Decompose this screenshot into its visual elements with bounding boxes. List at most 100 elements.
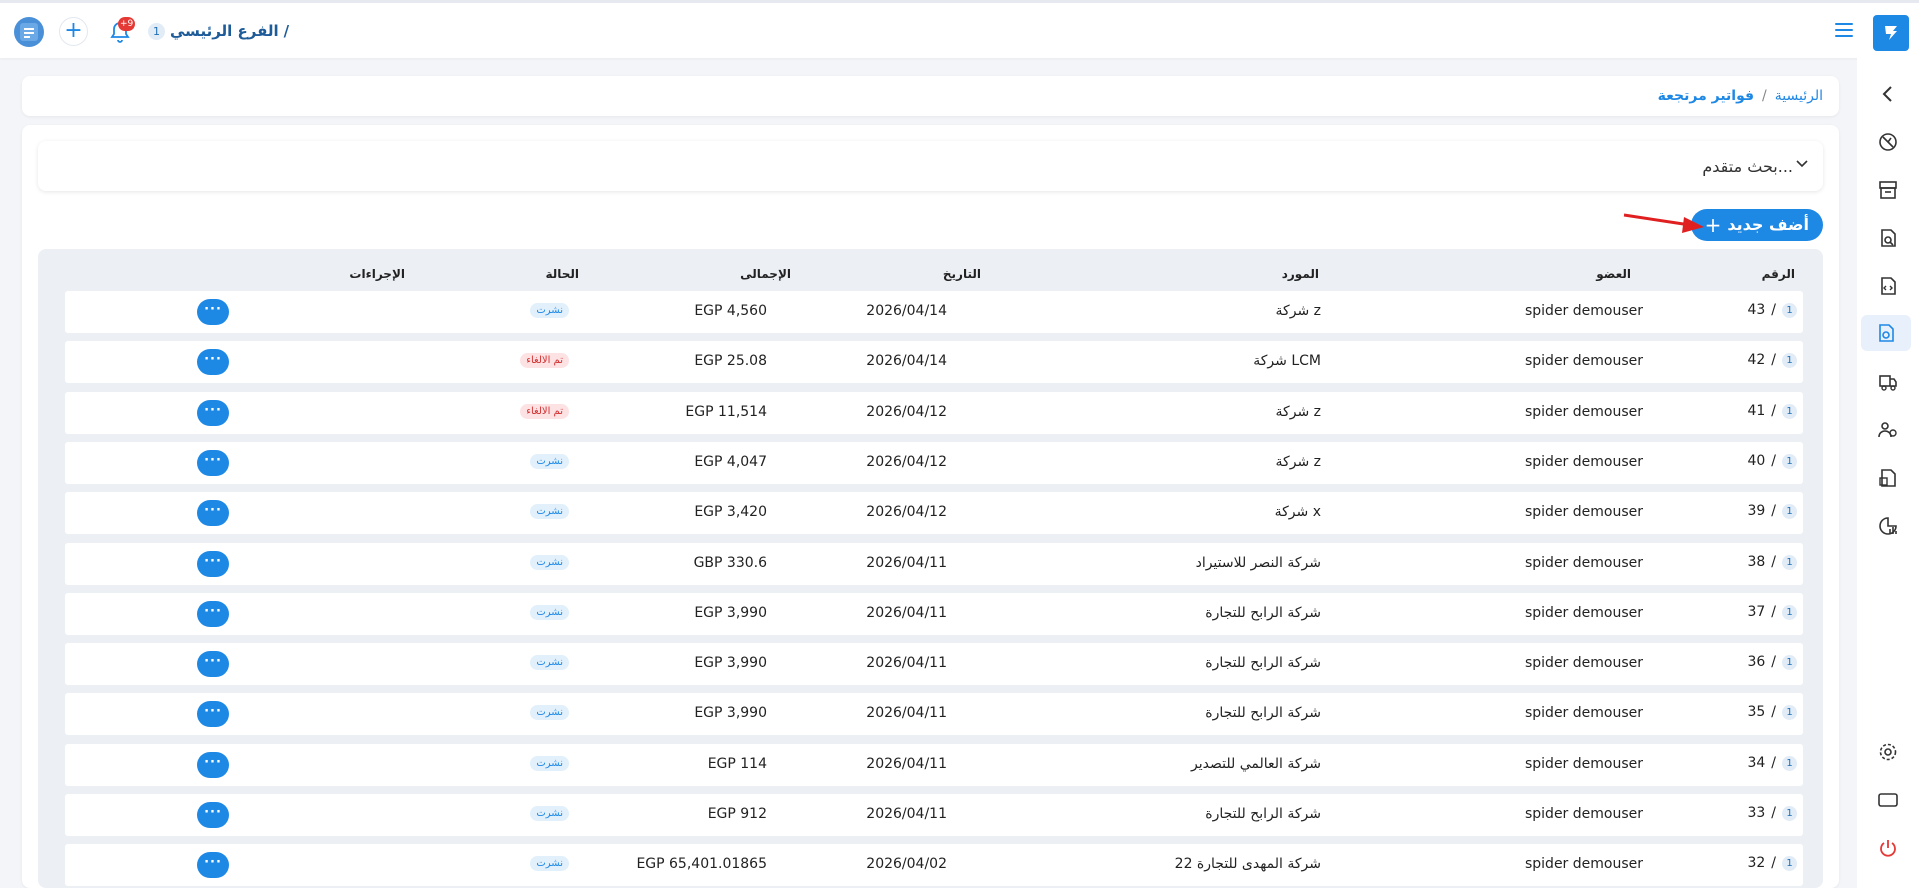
power-icon[interactable] xyxy=(1857,830,1919,866)
row-actions-button[interactable]: ··· xyxy=(197,752,229,778)
cell-date: 2026/04/11 xyxy=(866,555,947,571)
returns-icon[interactable] xyxy=(1861,315,1911,351)
cell-number: 38 / 1 xyxy=(1747,554,1797,570)
collapse-icon[interactable] xyxy=(1857,76,1919,112)
cell-member: spider demouser xyxy=(1524,705,1643,721)
cell-total: EGP 3,990 xyxy=(694,705,767,721)
cell-total: EGP 4,560 xyxy=(694,303,767,319)
branch-name: الفرع الرئيسي xyxy=(170,22,279,40)
cell-number: 43 / 1 xyxy=(1747,302,1797,318)
branch-number-pill: 1 xyxy=(1782,352,1797,368)
table-row[interactable]: 39 / 1 spider demouser شركة x 2026/04/12 EGP 3… xyxy=(65,492,1803,534)
dashboard-icon[interactable] xyxy=(1857,124,1919,160)
screen-icon[interactable] xyxy=(1857,782,1919,818)
cell-supplier: شركة المهدى للتجارة 22 xyxy=(1174,856,1321,872)
table-row[interactable]: 43 / 1 spider demouser شركة z 2026/04/14 EGP 4… xyxy=(65,291,1803,333)
main-panel: بحث متقدم... + أضف جديد الرقم العضو المو… xyxy=(22,125,1839,888)
breadcrumb-separator: / xyxy=(1762,88,1767,104)
inventory-icon[interactable] xyxy=(1857,460,1919,496)
row-actions-button[interactable]: ··· xyxy=(197,299,229,325)
table-row[interactable]: 37 / 1 spider demouser شركة الرابح للتجارة 20… xyxy=(65,593,1803,635)
row-actions-button[interactable]: ··· xyxy=(197,500,229,526)
app-logo-icon[interactable] xyxy=(1873,15,1909,51)
cell-member: spider demouser xyxy=(1524,856,1643,872)
breadcrumb: فواتير مرتجعة / الرئيسية xyxy=(22,76,1839,116)
table-row[interactable]: 36 / 1 spider demouser شركة الرابح للتجارة 20… xyxy=(65,643,1803,685)
invoice-number: 39 xyxy=(1747,503,1766,519)
row-actions-button[interactable]: ··· xyxy=(197,349,229,375)
table-row[interactable]: 34 / 1 spider demouser شركة العالمي للتصدير 2… xyxy=(65,744,1803,786)
invoice-number: 34 xyxy=(1747,755,1766,771)
number-separator: / xyxy=(1771,403,1776,419)
cell-date: 2026/04/11 xyxy=(866,655,947,671)
number-separator: / xyxy=(1771,302,1776,318)
doc-code-icon[interactable] xyxy=(1857,268,1919,304)
cell-supplier: شركة الرابح للتجارة xyxy=(1205,705,1321,721)
status-badge: نشرت xyxy=(530,756,569,771)
invoice-number: 35 xyxy=(1747,704,1766,720)
settings-icon[interactable] xyxy=(1857,734,1919,770)
status-badge: نشرت xyxy=(530,655,569,670)
col-header-supplier: المورد xyxy=(1281,267,1319,281)
row-actions-button[interactable]: ··· xyxy=(197,551,229,577)
row-actions-button[interactable]: ··· xyxy=(197,802,229,828)
row-actions-button[interactable]: ··· xyxy=(197,450,229,476)
col-header-total: الإجمالى xyxy=(740,267,791,281)
notification-count-badge: +9 xyxy=(118,17,136,31)
col-header-date: التاريخ xyxy=(942,267,981,281)
row-actions-button[interactable]: ··· xyxy=(197,701,229,727)
table-row[interactable]: 33 / 1 spider demouser شركة الرابح للتجارة 20… xyxy=(65,794,1803,836)
quick-add-button[interactable]: + xyxy=(59,17,88,46)
cell-date: 2026/04/11 xyxy=(866,806,947,822)
table-row[interactable]: 32 / 1 spider demouser شركة المهدى للتجارة 2… xyxy=(65,844,1803,886)
users-icon[interactable] xyxy=(1857,412,1919,448)
cell-supplier: شركة x xyxy=(1274,504,1321,520)
menu-icon[interactable] xyxy=(1835,23,1853,39)
cell-supplier: شركة النصر للاستيراد xyxy=(1195,555,1321,571)
row-actions-button[interactable]: ··· xyxy=(197,651,229,677)
number-separator: / xyxy=(1771,704,1776,720)
invoice-number: 32 xyxy=(1747,855,1766,871)
cell-date: 2026/04/14 xyxy=(866,303,947,319)
chevron-down-icon xyxy=(1795,155,1809,174)
top-bar: + +9 1 الفرع الرئيسي / xyxy=(0,0,1919,58)
branch-number-pill: 1 xyxy=(1782,403,1797,419)
branch-number-pill: 1 xyxy=(1782,855,1797,871)
cell-total: EGP 4,047 xyxy=(694,454,767,470)
row-actions-button[interactable]: ··· xyxy=(197,400,229,426)
breadcrumb-home-link[interactable]: الرئيسية xyxy=(1775,88,1823,104)
invoice-number: 42 xyxy=(1747,352,1766,368)
table-row[interactable]: 41 / 1 spider demouser شركة z 2026/04/12 EGP 1… xyxy=(65,392,1803,434)
shipping-icon[interactable] xyxy=(1857,364,1919,400)
number-separator: / xyxy=(1771,604,1776,620)
number-separator: / xyxy=(1771,855,1776,871)
branch-separator: / xyxy=(283,22,290,40)
branch-number-pill: 1 xyxy=(1782,453,1797,469)
cell-total: EGP 11,514 xyxy=(685,404,767,420)
row-actions-button[interactable]: ··· xyxy=(197,852,229,878)
cell-supplier: شركة z xyxy=(1275,404,1321,420)
cell-date: 2026/04/11 xyxy=(866,605,947,621)
number-separator: / xyxy=(1771,503,1776,519)
cell-supplier: شركة الرابح للتجارة xyxy=(1205,806,1321,822)
branch-selector[interactable]: 1 الفرع الرئيسي / xyxy=(148,22,289,40)
add-new-label: أضف جديد xyxy=(1727,215,1809,234)
table-row[interactable]: 40 / 1 spider demouser شركة z 2026/04/12 EGP 4… xyxy=(65,442,1803,484)
search-doc-icon[interactable] xyxy=(1857,220,1919,256)
invoice-number: 33 xyxy=(1747,805,1766,821)
reports-icon[interactable] xyxy=(1857,508,1919,544)
cell-member: spider demouser xyxy=(1524,655,1643,671)
advanced-search-toggle[interactable]: بحث متقدم... xyxy=(38,141,1823,191)
cell-supplier: شركة z xyxy=(1275,454,1321,470)
advanced-search-label: بحث متقدم... xyxy=(1702,157,1793,176)
table-row[interactable]: 42 / 1 spider demouser شركة LCM 2026/04/14 EGP… xyxy=(65,341,1803,383)
table-row[interactable]: 38 / 1 spider demouser شركة النصر للاستيراد 2… xyxy=(65,543,1803,585)
row-actions-button[interactable]: ··· xyxy=(197,601,229,627)
invoices-icon[interactable] xyxy=(1857,172,1919,208)
table-row[interactable]: 35 / 1 spider demouser شركة الرابح للتجارة 20… xyxy=(65,693,1803,735)
cell-total: EGP 912 xyxy=(707,806,767,822)
number-separator: / xyxy=(1771,654,1776,670)
invoice-number: 40 xyxy=(1747,453,1766,469)
cell-date: 2026/04/11 xyxy=(866,756,947,772)
cell-member: spider demouser xyxy=(1524,353,1643,369)
